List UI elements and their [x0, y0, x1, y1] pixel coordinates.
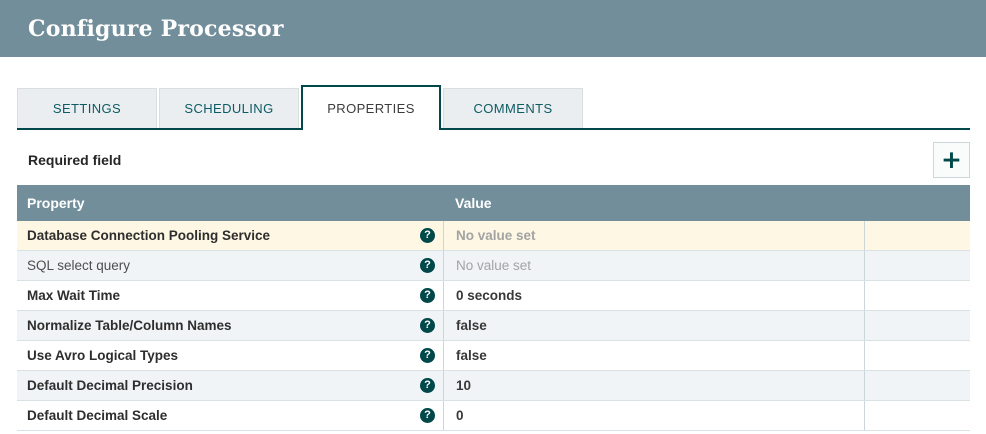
property-name: Default Decimal Scale: [27, 408, 167, 423]
property-value: No value set: [456, 228, 536, 243]
property-name: Use Avro Logical Types: [27, 348, 178, 363]
property-name: Default Decimal Precision: [27, 378, 193, 393]
table-row[interactable]: Max Wait Time ? 0 seconds: [17, 281, 970, 311]
tab-label: COMMENTS: [473, 101, 552, 116]
tab-scheduling[interactable]: SCHEDULING: [159, 88, 299, 128]
help-icon[interactable]: ?: [420, 348, 435, 363]
property-value: false: [456, 348, 487, 363]
property-value: 0 seconds: [456, 288, 522, 303]
dialog-title: Configure Processor: [28, 16, 284, 42]
property-value: 0: [456, 408, 464, 423]
table-row[interactable]: Use Avro Logical Types ? false: [17, 341, 970, 371]
dialog-title-bar: Configure Processor: [0, 0, 986, 57]
properties-toolbar: Required field +: [17, 141, 970, 178]
row-spacer: [864, 311, 970, 340]
row-spacer: [864, 401, 970, 430]
table-row[interactable]: Default Decimal Precision ? 10: [17, 371, 970, 401]
row-spacer: [864, 221, 970, 250]
help-icon[interactable]: ?: [420, 408, 435, 423]
help-icon[interactable]: ?: [420, 318, 435, 333]
tab-bar: SETTINGS SCHEDULING PROPERTIES COMMENTS: [17, 85, 970, 130]
help-icon[interactable]: ?: [420, 228, 435, 243]
row-spacer: [864, 341, 970, 370]
property-name: Max Wait Time: [27, 288, 120, 303]
table-row[interactable]: Database Connection Pooling Service ? No…: [17, 221, 970, 251]
row-spacer: [864, 281, 970, 310]
help-icon[interactable]: ?: [420, 378, 435, 393]
property-name: SQL select query: [27, 258, 130, 273]
table-row[interactable]: Normalize Table/Column Names ? false: [17, 311, 970, 341]
row-spacer: [864, 251, 970, 280]
help-icon[interactable]: ?: [420, 258, 435, 273]
column-header-property: Property: [17, 185, 443, 221]
table-header-row: Property Value: [17, 185, 970, 221]
property-value: 10: [456, 378, 471, 393]
row-spacer: [864, 371, 970, 400]
property-name: Database Connection Pooling Service: [27, 228, 270, 243]
help-icon[interactable]: ?: [420, 288, 435, 303]
tab-label: SETTINGS: [53, 101, 121, 116]
tab-comments[interactable]: COMMENTS: [443, 88, 583, 128]
property-name: Normalize Table/Column Names: [27, 318, 232, 333]
column-header-value: Value: [443, 185, 864, 221]
table-row[interactable]: SQL select query ? No value set: [17, 251, 970, 281]
plus-icon: +: [941, 145, 962, 174]
property-value: No value set: [456, 258, 531, 273]
tab-properties[interactable]: PROPERTIES: [301, 85, 441, 130]
property-value: false: [456, 318, 487, 333]
required-field-label: Required field: [28, 152, 121, 168]
tab-settings[interactable]: SETTINGS: [17, 88, 157, 128]
table-row[interactable]: Default Decimal Scale ? 0: [17, 401, 970, 431]
tab-label: PROPERTIES: [327, 101, 415, 116]
add-property-button[interactable]: +: [933, 142, 970, 178]
tab-label: SCHEDULING: [184, 101, 273, 116]
properties-table: Property Value Database Connection Pooli…: [17, 185, 970, 431]
column-header-spacer: [864, 185, 970, 221]
